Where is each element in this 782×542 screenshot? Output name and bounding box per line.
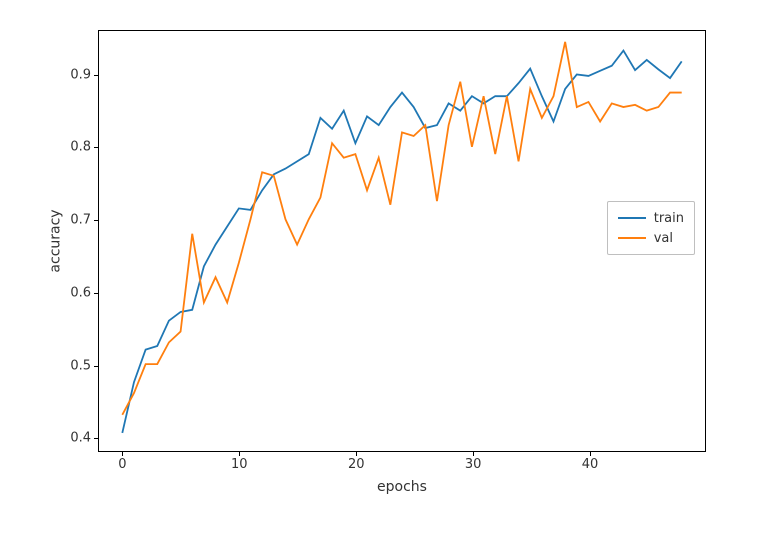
- legend: train val: [607, 201, 695, 255]
- x-tick-label: 30: [465, 457, 482, 472]
- y-tick-mark: [94, 438, 99, 439]
- y-tick-label: 0.4: [70, 431, 91, 446]
- x-tick-mark: [473, 451, 474, 456]
- y-tick-mark: [94, 220, 99, 221]
- x-tick-label: 20: [348, 457, 365, 472]
- legend-swatch-val-icon: [618, 237, 646, 239]
- legend-entry-val: val: [618, 228, 684, 248]
- y-tick-label: 0.7: [70, 213, 91, 228]
- legend-label-train: train: [654, 211, 684, 226]
- x-tick-mark: [590, 451, 591, 456]
- y-axis-label: accuracy: [48, 209, 64, 272]
- y-tick-mark: [94, 147, 99, 148]
- line-val: [122, 42, 681, 415]
- y-tick-label: 0.9: [70, 67, 91, 82]
- line-train: [122, 51, 681, 433]
- y-tick-label: 0.8: [70, 140, 91, 155]
- legend-label-val: val: [654, 231, 673, 246]
- legend-swatch-train-icon: [618, 217, 646, 219]
- axes: 010203040 0.40.50.60.70.80.9 epochs accu…: [98, 30, 706, 452]
- figure: 0 10 20 30 40 0.4 0.5 0.6 0.7 0.8 0.9 epochs accu…: [0, 0, 782, 542]
- y-tick-mark: [94, 293, 99, 294]
- y-tick-label: 0.6: [70, 285, 91, 300]
- x-axis-label: epochs: [377, 479, 427, 495]
- x-tick-label: 40: [582, 457, 599, 472]
- y-tick-mark: [94, 366, 99, 367]
- x-tick-mark: [356, 451, 357, 456]
- y-tick-mark: [94, 75, 99, 76]
- x-tick-label: 10: [231, 457, 248, 472]
- x-tick-mark: [239, 451, 240, 456]
- x-tick-mark: [122, 451, 123, 456]
- y-tick-label: 0.5: [70, 358, 91, 373]
- x-tick-label: 0: [118, 457, 126, 472]
- legend-entry-train: train: [618, 208, 684, 228]
